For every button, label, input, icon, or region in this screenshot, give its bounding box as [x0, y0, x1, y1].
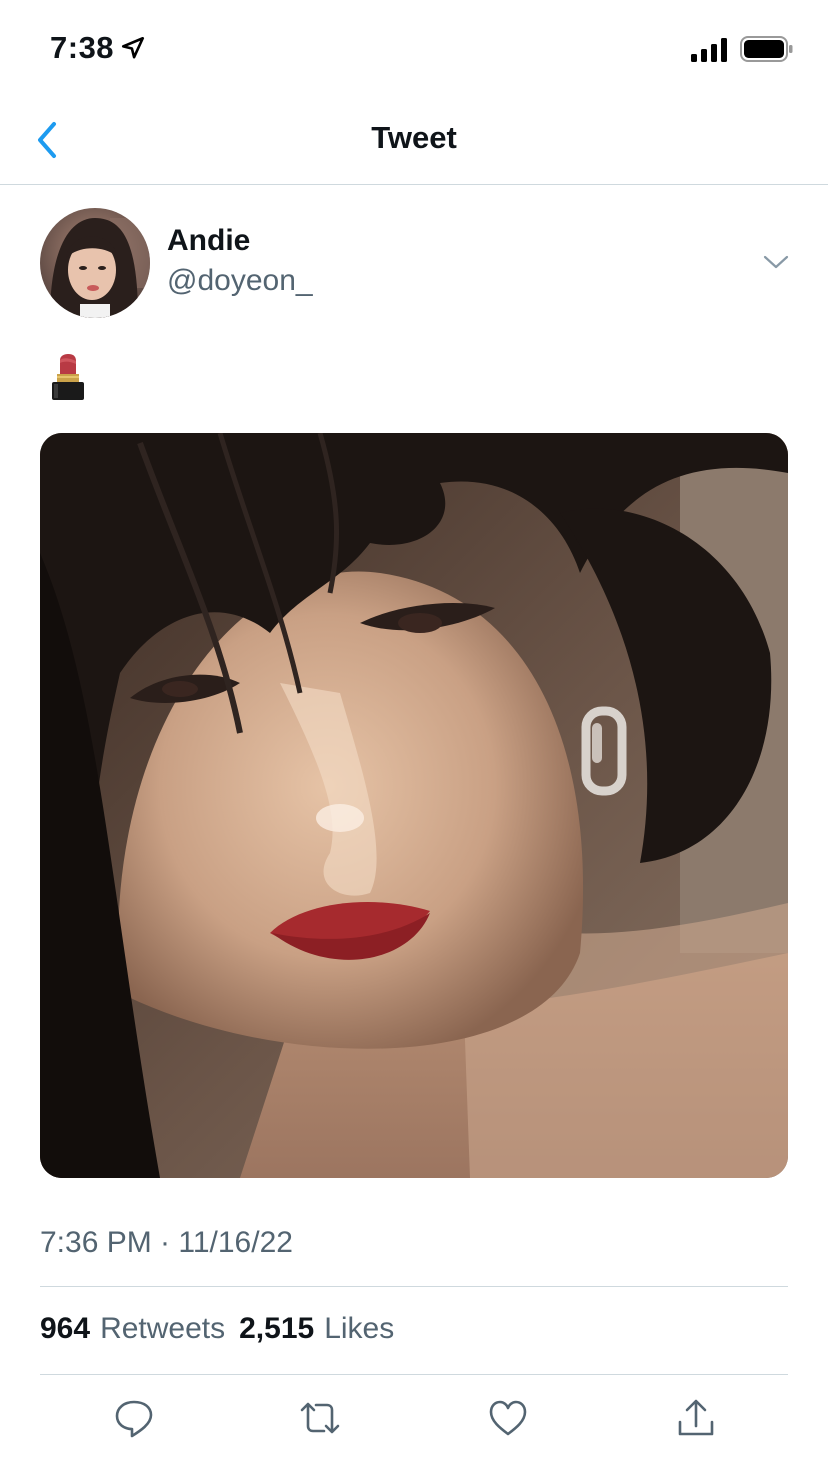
- photo-image: [40, 433, 788, 1178]
- lipstick-emoji-icon: [52, 354, 84, 400]
- avatar-image: [40, 208, 150, 318]
- share-icon: [678, 1399, 714, 1436]
- tweet-timestamp: 7:36 PM · 11/16/22: [40, 1226, 293, 1259]
- tweet-action-bar: [0, 1396, 828, 1440]
- divider: [40, 1374, 788, 1375]
- avatar[interactable]: [40, 208, 150, 318]
- navigation-bar: Tweet: [0, 100, 828, 185]
- page-title: Tweet: [371, 120, 457, 155]
- status-bar: 7:38: [0, 0, 828, 100]
- retweets-count: 964: [40, 1312, 91, 1345]
- author-display-name[interactable]: Andie: [167, 224, 250, 258]
- retweet-button[interactable]: [298, 1396, 342, 1440]
- share-button[interactable]: [674, 1396, 718, 1440]
- like-button[interactable]: [486, 1396, 530, 1440]
- author-handle[interactable]: @doyeon_: [167, 264, 313, 298]
- likes-label: Likes: [324, 1312, 395, 1345]
- reply-icon: [115, 1400, 153, 1438]
- likes-stat[interactable]: 2,515 Likes: [239, 1312, 394, 1346]
- heart-icon: [489, 1400, 527, 1436]
- chevron-down-icon: [763, 255, 789, 269]
- engagement-stats: 964 Retweets 2,515 Likes: [40, 1312, 394, 1346]
- retweets-label: Retweets: [100, 1312, 226, 1345]
- tweet-media-photo[interactable]: [40, 433, 788, 1178]
- tweet-text: [46, 352, 90, 404]
- tweet-detail-screen: 7:38 Tweet Andie @doyeon_ 7:36 PM · 11/1…: [0, 0, 828, 1463]
- cellular-signal-icon: [691, 38, 727, 62]
- battery-icon: [740, 36, 793, 62]
- retweet-icon: [300, 1402, 340, 1434]
- retweets-stat[interactable]: 964 Retweets: [40, 1312, 225, 1346]
- divider: [40, 1286, 788, 1287]
- location-arrow-icon: [121, 36, 145, 59]
- status-time: 7:38: [50, 30, 146, 66]
- likes-count: 2,515: [239, 1312, 315, 1345]
- more-options-button[interactable]: [760, 250, 792, 274]
- status-time-text: 7:38: [50, 30, 115, 65]
- reply-button[interactable]: [112, 1396, 156, 1440]
